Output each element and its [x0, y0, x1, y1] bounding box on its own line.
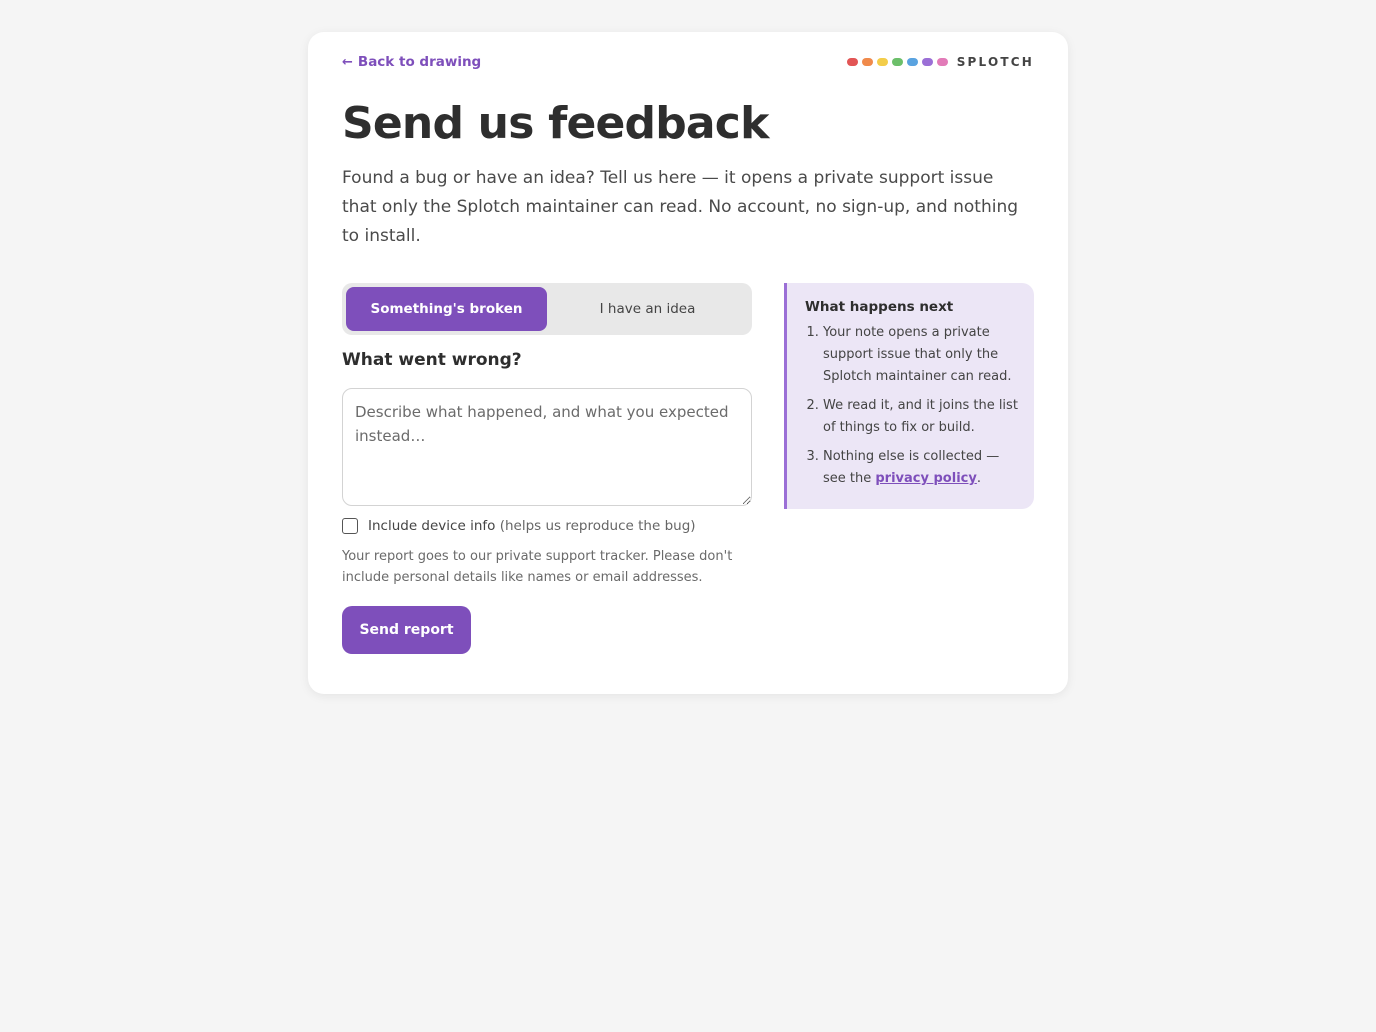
- list-item: We read it, and it joins the list of thi…: [823, 395, 1020, 439]
- tab-have-an-idea[interactable]: I have an idea: [547, 287, 748, 331]
- page-title: Send us feedback: [342, 98, 769, 149]
- brand-dot: [876, 58, 888, 66]
- back-link-label: Back to drawing: [357, 54, 482, 70]
- steps-list: Your note opens a private support issue …: [805, 322, 1020, 490]
- top-bar: ← Back to drawing SPLOTCH: [342, 52, 1034, 72]
- feedback-type-toggle: Something's broken I have an idea: [342, 283, 752, 335]
- privacy-notice: Your report goes to our private support …: [342, 549, 733, 585]
- brand-dot: [936, 58, 948, 66]
- privacy-policy-link[interactable]: privacy policy: [875, 471, 976, 486]
- feedback-card: ← Back to drawing SPLOTCH Send us feedba…: [308, 32, 1068, 694]
- device-info-row: Include device info (helps us reproduce …: [342, 518, 696, 534]
- back-to-drawing-link[interactable]: ← Back to drawing: [342, 54, 481, 70]
- question-label: What went wrong?: [342, 350, 522, 370]
- brand-name: SPLOTCH: [956, 55, 1034, 69]
- brand-logo: SPLOTCH: [846, 55, 1034, 69]
- checkbox-label: Include device info (helps us reproduce …: [368, 518, 696, 534]
- page-description: Found a bug or have an idea? Tell us her…: [342, 168, 1019, 246]
- checkbox-label-text: Include device info: [368, 518, 496, 534]
- include-device-info-checkbox[interactable]: [342, 518, 358, 534]
- color-dots-icon: [846, 58, 948, 66]
- list-item: Nothing else is collected — see the priv…: [823, 446, 1020, 490]
- brand-dot: [861, 58, 873, 66]
- brand-dot: [921, 58, 933, 66]
- panel-title: What happens next: [805, 299, 954, 315]
- checkbox-hint: (helps us reproduce the bug): [499, 518, 696, 534]
- what-happens-next-panel: What happens next Your note opens a priv…: [784, 283, 1034, 509]
- brand-dot: [906, 58, 918, 66]
- description-textarea[interactable]: [342, 388, 752, 506]
- step3-suffix: .: [976, 471, 981, 486]
- brand-dot: [846, 58, 858, 66]
- list-item: Your note opens a private support issue …: [823, 322, 1020, 388]
- brand-dot: [891, 58, 903, 66]
- send-report-button[interactable]: Send report: [342, 606, 471, 654]
- arrow-left-icon: ←: [342, 54, 353, 70]
- tab-something-broken[interactable]: Something's broken: [346, 287, 547, 331]
